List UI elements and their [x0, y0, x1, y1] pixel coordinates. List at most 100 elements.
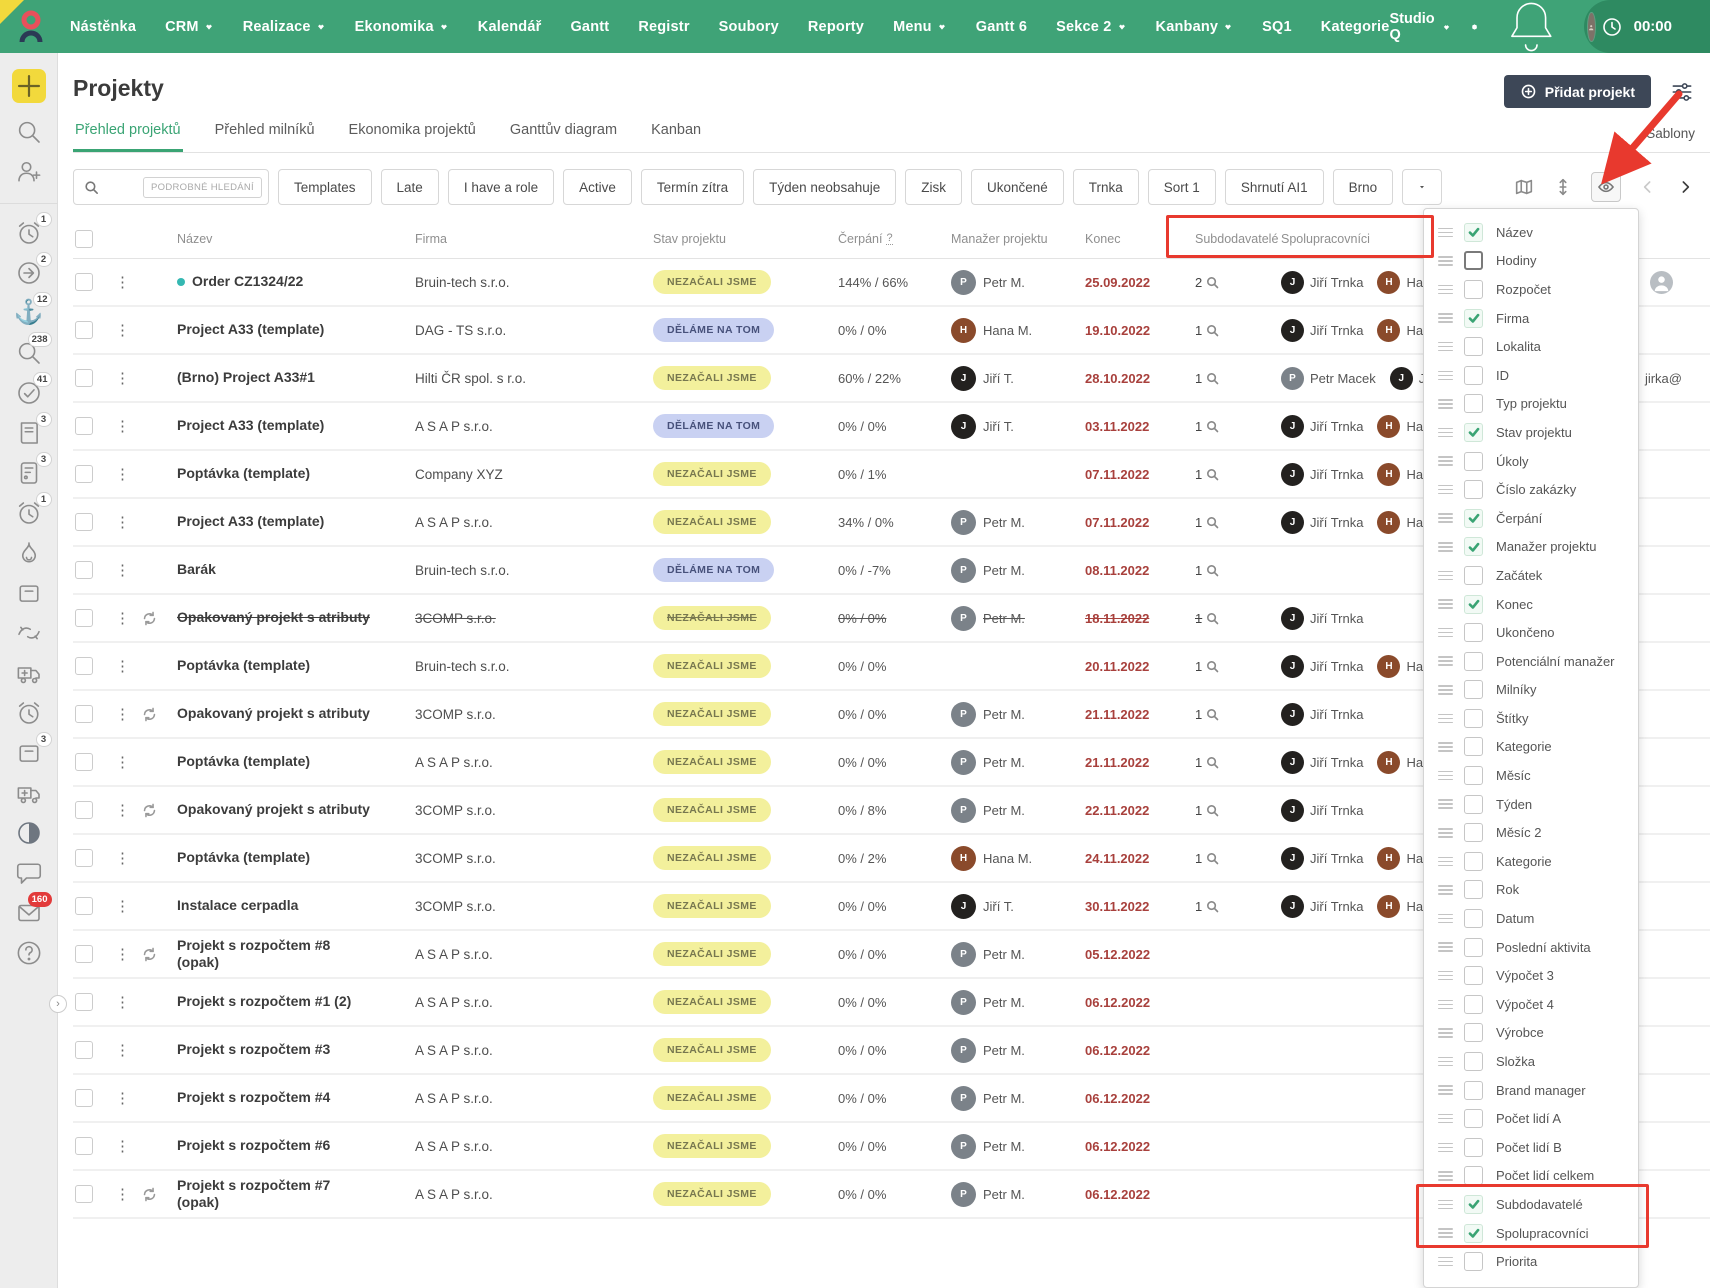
search-subcontractors-icon[interactable]	[1205, 419, 1220, 434]
search-subcontractors-icon[interactable]	[1205, 899, 1220, 914]
next-page-button[interactable]	[1675, 176, 1695, 198]
drag-handle-icon[interactable]	[1438, 342, 1453, 352]
project-name-link[interactable]: Project A33 (template)	[177, 513, 324, 531]
nav-item-sq1[interactable]: SQ1	[1262, 19, 1292, 35]
search-subcontractors-icon[interactable]	[1205, 515, 1220, 530]
search-subcontractors-icon[interactable]	[1205, 659, 1220, 674]
row-menu-icon[interactable]: ⋮	[115, 611, 130, 626]
drag-handle-icon[interactable]	[1438, 599, 1453, 609]
sidebar-ambulance-icon[interactable]	[14, 778, 44, 808]
drag-handle-icon[interactable]	[1438, 828, 1453, 838]
sidebar-doc-icon[interactable]: 3	[14, 458, 44, 488]
nav-item-kanbany[interactable]: Kanbany	[1156, 19, 1234, 35]
collaborator[interactable]: JJiří Trnka	[1281, 319, 1363, 342]
drag-handle-icon[interactable]	[1438, 371, 1453, 381]
row-checkbox[interactable]	[75, 897, 93, 915]
column-checkbox[interactable]	[1464, 509, 1483, 528]
column-checkbox[interactable]	[1464, 1195, 1483, 1214]
row-checkbox[interactable]	[75, 369, 93, 387]
row-menu-icon[interactable]: ⋮	[115, 755, 130, 770]
project-name-link[interactable]: Projekt s rozpočtem #4	[177, 1089, 330, 1107]
row-menu-icon[interactable]: ⋮	[115, 371, 130, 386]
column-checkbox[interactable]	[1464, 1166, 1483, 1185]
nav-item-kalend[interactable]: Kalendář	[478, 19, 542, 35]
column-checkbox[interactable]	[1464, 995, 1483, 1014]
project-name-link[interactable]: Projekt s rozpočtem #8(opak)	[177, 937, 330, 972]
drag-handle-icon[interactable]	[1438, 1114, 1453, 1124]
templates-link[interactable]: Šablony	[1646, 126, 1695, 152]
column-checkbox[interactable]	[1464, 595, 1483, 614]
column-checkbox[interactable]	[1464, 251, 1483, 270]
row-checkbox[interactable]	[75, 993, 93, 1011]
drag-handle-icon[interactable]	[1438, 1085, 1453, 1095]
search-subcontractors-icon[interactable]	[1205, 371, 1220, 386]
column-checkbox[interactable]	[1464, 537, 1483, 556]
drag-handle-icon[interactable]	[1438, 228, 1453, 238]
time-tracker[interactable]: 00:00	[1584, 0, 1710, 53]
column-header-subdodavatel[interactable]: Subdodavatelé	[1195, 232, 1281, 246]
column-header-mana-er-projektu[interactable]: Manažer projektu	[951, 232, 1085, 246]
drag-handle-icon[interactable]	[1438, 1200, 1453, 1210]
collaborator[interactable]: JJiří Trnka	[1281, 655, 1363, 678]
sidebar-hands-icon[interactable]	[14, 618, 44, 648]
column-checkbox[interactable]	[1464, 652, 1483, 671]
project-name-link[interactable]: Projekt s rozpočtem #7(opak)	[177, 1177, 330, 1212]
row-checkbox[interactable]	[75, 1089, 93, 1107]
filter-chip-term-n-z-tra[interactable]: Termín zítra	[641, 169, 744, 205]
collaborator[interactable]: JJiří Trnka	[1281, 703, 1363, 726]
collaborator[interactable]	[1650, 271, 1673, 294]
project-name-link[interactable]: Projekt s rozpočtem #1 (2)	[177, 993, 351, 1011]
drag-handle-icon[interactable]	[1438, 742, 1453, 752]
collaborator[interactable]: JJiří Trnka	[1281, 751, 1363, 774]
column-header-stav-projektu[interactable]: Stav projektu	[653, 232, 838, 246]
search-subcontractors-icon[interactable]	[1205, 851, 1220, 866]
row-checkbox[interactable]	[75, 1041, 93, 1059]
column-checkbox[interactable]	[1464, 480, 1483, 499]
column-checkbox[interactable]	[1464, 309, 1483, 328]
column-header-firma[interactable]: Firma	[415, 232, 653, 246]
expand-rows-icon[interactable]	[1552, 176, 1574, 198]
search-subcontractors-icon[interactable]	[1205, 467, 1220, 482]
drag-handle-icon[interactable]	[1438, 256, 1453, 266]
sidebar-person-add-icon[interactable]	[14, 157, 44, 187]
sidebar-question-icon[interactable]	[14, 938, 44, 968]
filter-chip-late[interactable]: Late	[381, 169, 439, 205]
column-checkbox[interactable]	[1464, 737, 1483, 756]
filter-chip-trnka[interactable]: Trnka	[1073, 169, 1139, 205]
sidebar-alarm-icon[interactable]	[14, 698, 44, 728]
row-menu-icon[interactable]: ⋮	[115, 803, 130, 818]
row-menu-icon[interactable]: ⋮	[115, 707, 130, 722]
column-checkbox[interactable]	[1464, 423, 1483, 442]
filter-chip-shrnut-ai1[interactable]: Shrnutí AI1	[1225, 169, 1324, 205]
column-checkbox[interactable]	[1464, 1023, 1483, 1042]
column-checkbox[interactable]	[1464, 938, 1483, 957]
column-checkbox[interactable]	[1464, 1052, 1483, 1071]
row-menu-icon[interactable]: ⋮	[115, 995, 130, 1010]
row-checkbox[interactable]	[75, 1137, 93, 1155]
tab-kanban[interactable]: Kanban	[649, 122, 703, 152]
project-name-link[interactable]: (Brno) Project A33#1	[177, 369, 315, 387]
sidebar-box-icon[interactable]	[14, 578, 44, 608]
column-checkbox[interactable]	[1464, 566, 1483, 585]
row-menu-icon[interactable]: ⋮	[115, 323, 130, 338]
drag-handle-icon[interactable]	[1438, 1057, 1453, 1067]
drag-handle-icon[interactable]	[1438, 714, 1453, 724]
nav-item-menu[interactable]: Menu	[893, 19, 947, 35]
tab-gantt-v-diagram[interactable]: Ganttův diagram	[508, 122, 619, 152]
row-checkbox[interactable]	[75, 417, 93, 435]
search-input[interactable]	[100, 180, 143, 195]
nav-item-registr[interactable]: Registr	[638, 19, 689, 35]
drag-handle-icon[interactable]	[1438, 914, 1453, 924]
sidebar-magnifier-icon[interactable]: 238	[14, 338, 44, 368]
project-name-link[interactable]: Opakovaný projekt s atributy	[177, 609, 370, 627]
nav-item-reporty[interactable]: Reporty	[808, 19, 864, 35]
search-subcontractors-icon[interactable]	[1205, 707, 1220, 722]
column-checkbox[interactable]	[1464, 337, 1483, 356]
nav-item-soubory[interactable]: Soubory	[719, 19, 779, 35]
tab-p-ehled-miln-k[interactable]: Přehled milníků	[213, 122, 317, 152]
sidebar-envelope-icon[interactable]: 160	[14, 898, 44, 928]
column-checkbox[interactable]	[1464, 452, 1483, 471]
project-name-link[interactable]: Project A33 (template)	[177, 417, 324, 435]
sidebar-chat-icon[interactable]	[14, 858, 44, 888]
project-name-link[interactable]: Opakovaný projekt s atributy	[177, 801, 370, 819]
